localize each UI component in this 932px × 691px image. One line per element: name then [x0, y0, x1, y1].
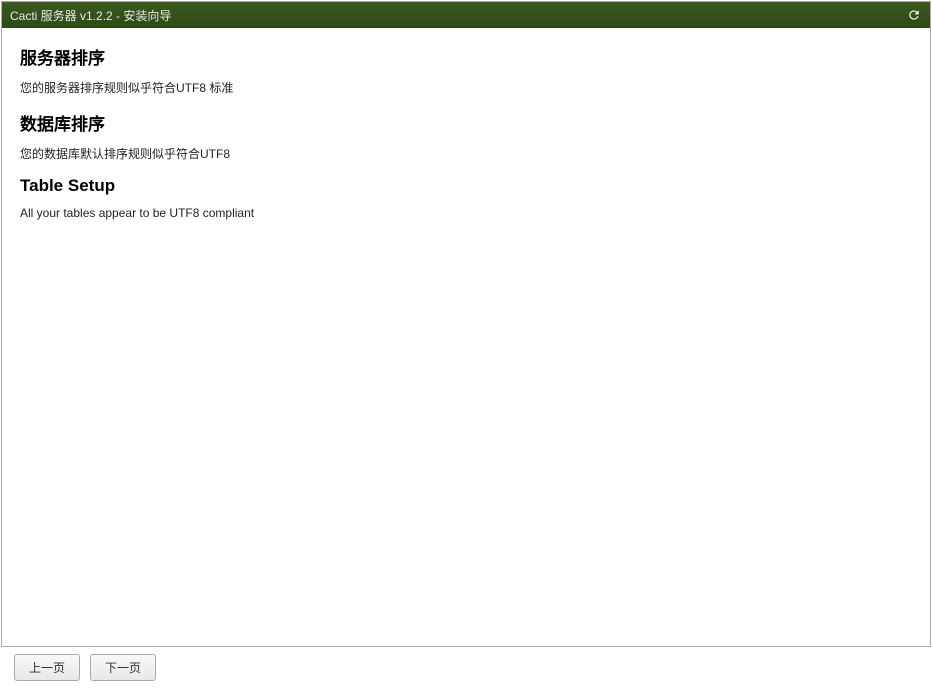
previous-button[interactable]: 上一页	[14, 654, 80, 681]
next-button[interactable]: 下一页	[90, 654, 156, 681]
server-collation-heading: 服务器排序	[20, 44, 912, 69]
table-setup-heading: Table Setup	[20, 176, 912, 196]
wizard-content: 服务器排序 您的服务器排序规则似乎符合UTF8 标准 数据库排序 您的数据库默认…	[2, 28, 930, 646]
table-setup-text: All your tables appear to be UTF8 compli…	[20, 206, 912, 220]
wizard-footer: 上一页 下一页	[0, 648, 932, 691]
titlebar-text: Cacti 服务器 v1.2.2 - 安装向导	[10, 7, 171, 24]
database-collation-heading: 数据库排序	[20, 110, 912, 135]
wizard-container: Cacti 服务器 v1.2.2 - 安装向导 服务器排序 您的服务器排序规则似…	[1, 1, 931, 647]
titlebar: Cacti 服务器 v1.2.2 - 安装向导	[2, 2, 930, 28]
reload-icon[interactable]	[906, 7, 922, 23]
database-collation-text: 您的数据库默认排序规则似乎符合UTF8	[20, 145, 912, 162]
server-collation-text: 您的服务器排序规则似乎符合UTF8 标准	[20, 79, 912, 96]
